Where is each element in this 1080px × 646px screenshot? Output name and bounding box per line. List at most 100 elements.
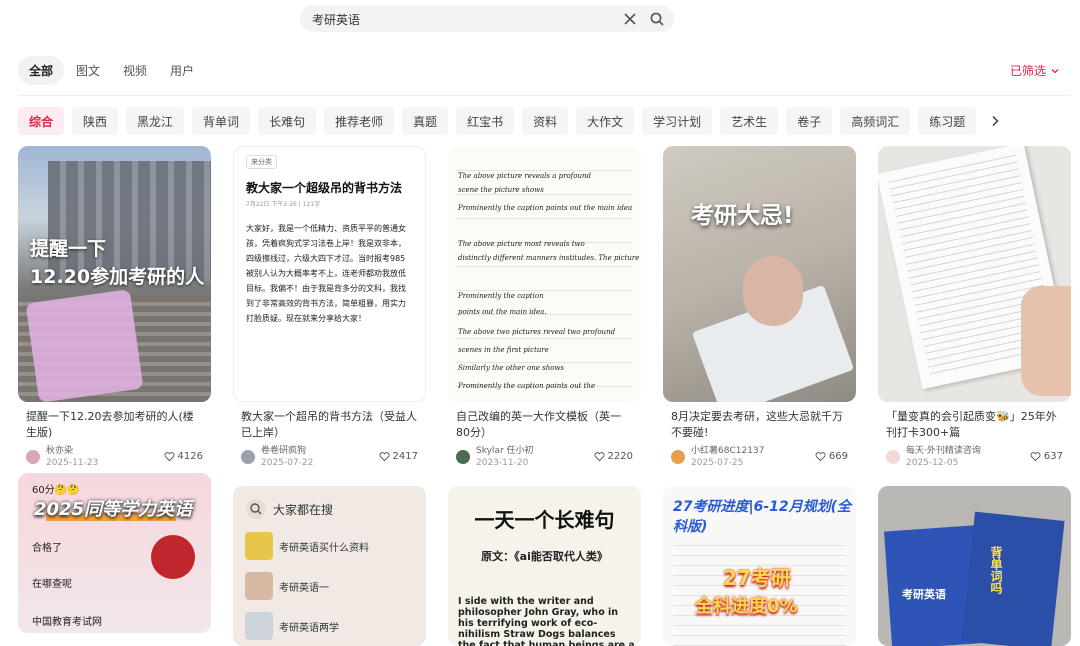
chip[interactable]: 黑龙江 [126,107,185,135]
chip[interactable]: 艺术生 [720,107,779,135]
card-meta: Skylar 任小初 2023-11-20 2220 [448,443,641,471]
tab-users[interactable]: 用户 [159,56,205,85]
note-card[interactable]: 来分类 教大家一个超级吊的背书方法 7月22日 下午2:26 | 121字 大家… [233,146,426,471]
note-card[interactable]: 考研大忌! 8月决定要去考研，这些大忌就千万不要碰! 小红薯68C12137 20… [663,146,856,471]
avatar[interactable] [886,450,900,464]
note-card[interactable]: 一天一个长难句 原文：《ai能否取代人类》 I side with the wr… [448,486,641,646]
card-cover-image[interactable]: The above picture reveals a profound sce… [448,146,641,402]
heart-icon [594,452,605,462]
topic-chips: 综合 陕西 黑龙江 背单词 长难句 推荐老师 真题 红宝书 资料 大作文 学习计… [18,107,1006,135]
chip[interactable]: 背单词 [192,107,251,135]
filter-button[interactable]: 已筛选 [1010,62,1060,79]
cover-text: 合格了 [32,543,62,554]
card-title[interactable]: 教大家一个超吊的背书方法（受益人已上岸） [233,409,426,441]
card-title[interactable]: 自己改编的英一大作文模板（英一80分） [448,409,641,441]
note-card[interactable]: 提醒一下 12.20参加考研的人 提醒一下12.20去参加考研的人(楼生版) 秋… [18,146,211,471]
hand-shape [743,256,803,326]
card-title[interactable]: 8月决定要去考研，这些大忌就千万不要碰! [663,409,856,441]
card-cover-image[interactable]: 27考研进度|6-12月规划(全科版) 27考研 全科进度0% [663,486,856,646]
author-name[interactable]: Skylar 任小初 [476,445,534,457]
avatar[interactable] [241,450,255,464]
post-date: 2025-07-22 [261,458,314,468]
chip[interactable]: 真题 [402,107,449,135]
post-date: 2025-11-23 [46,458,99,468]
chips-next-button[interactable] [984,107,1006,135]
like-button[interactable]: 4126 [164,451,203,462]
card-meta: 秋亦染 2025-11-23 4126 [18,443,211,471]
search-bar[interactable]: 考研英语 [300,5,674,32]
card-cover-image[interactable]: 大家都在搜 考研英语买什么资料 考研英语一 考研英语两学 [233,486,426,646]
cover-text: 12.20参加考研的人 [30,266,205,288]
book-shape [961,511,1065,646]
cover-text: 在哪查呢 [32,579,72,590]
like-button[interactable]: 637 [1030,451,1063,462]
author-name[interactable]: 卷卷研疯狗 [261,445,313,457]
like-count: 2220 [607,451,633,462]
author-name[interactable]: 每天·外刊精读咨询 [906,445,981,457]
heart-icon [164,452,175,462]
chip[interactable]: 卷子 [786,107,833,135]
avatar[interactable] [456,450,470,464]
like-count: 4126 [177,451,203,462]
card-cover-image[interactable] [878,146,1071,402]
chip[interactable]: 资料 [522,107,569,135]
post-date: 2025-12-05 [906,458,959,468]
chip[interactable]: 长难句 [258,107,317,135]
author-name[interactable]: 秋亦染 [46,445,98,457]
like-button[interactable]: 2220 [594,451,633,462]
cover-text: 2025同等学力英语 [34,499,193,520]
handwritten-line: The above picture most reveals two [458,240,585,248]
chip[interactable]: 红宝书 [456,107,515,135]
card-cover-image[interactable]: 考研大忌! [663,146,856,402]
chip-comprehensive[interactable]: 综合 [18,107,65,135]
card-meta: 每天·外刊精读咨询 2025-12-05 637 [878,443,1071,471]
tab-video[interactable]: 视频 [112,56,158,85]
chip[interactable]: 练习题 [918,107,977,135]
author-name[interactable]: 小红薯68C12137 [691,445,764,457]
search-suggestion: 考研英语一 [279,582,329,594]
chip[interactable]: 陕西 [72,107,119,135]
card-cover-image[interactable]: 一天一个长难句 原文：《ai能否取代人类》 I side with the wr… [448,486,641,646]
cover-text: 全科进度0% [695,596,798,617]
avatar[interactable] [26,450,40,464]
note-card[interactable]: The above picture reveals a profound sce… [448,146,641,471]
heart-icon [379,452,390,462]
like-button[interactable]: 669 [815,451,848,462]
chevron-right-icon [992,116,999,126]
card-cover-image[interactable]: 提醒一下 12.20参加考研的人 [18,146,211,402]
note-card[interactable]: 27考研进度|6-12月规划(全科版) 27考研 全科进度0% [663,486,856,646]
like-count: 637 [1043,451,1063,462]
card-cover-image[interactable]: 考研英语 背单词吗 [878,486,1071,646]
card-title[interactable]: 「量变真的会引起质变🐝」25年外刊打卡300+篇 [878,409,1071,441]
card-cover-image[interactable]: 来分类 教大家一个超级吊的背书方法 7月22日 下午2:26 | 121字 大家… [233,146,426,402]
card-title[interactable]: 提醒一下12.20去参加考研的人(楼生版) [18,409,211,441]
file-bag-shape [25,289,144,402]
cover-body: 大家好，我是一个低精力、资质平平的普通女孩，凭着疯狗式学习法卷上岸！我是双非本，… [246,224,406,323]
search-icon[interactable] [649,11,665,27]
like-button[interactable]: 2417 [379,451,418,462]
thumbnail [245,612,273,640]
note-card[interactable]: 考研英语 背单词吗 [878,486,1071,646]
chip[interactable]: 大作文 [576,107,635,135]
chip[interactable]: 学习计划 [642,107,713,135]
search-suggestion: 考研英语两学 [279,622,339,634]
chip[interactable]: 高频词汇 [840,107,911,135]
card-meta: 小红薯68C12137 2025-07-25 669 [663,443,856,471]
tab-image-text[interactable]: 图文 [65,56,111,85]
tab-all[interactable]: 全部 [18,55,65,85]
avatar[interactable] [671,450,685,464]
thumbnail [245,572,273,600]
like-count: 2417 [392,451,418,462]
search-input[interactable]: 考研英语 [312,11,360,28]
card-cover-image[interactable]: 60分🤔🤔 2025同等学力英语 合格了 在哪查呢 中国教育考试网 [18,473,211,633]
handwritten-line: Prominently the caption [458,292,544,300]
search-icon [246,499,266,519]
clear-icon[interactable] [622,11,638,27]
note-card[interactable]: 大家都在搜 考研英语买什么资料 考研英语一 考研英语两学 [233,486,426,646]
note-card[interactable]: 60分🤔🤔 2025同等学力英语 合格了 在哪查呢 中国教育考试网 [18,473,211,633]
cover-tag: 来分类 [246,155,277,169]
chip[interactable]: 推荐老师 [324,107,395,135]
card-meta: 卷卷研疯狗 2025-07-22 2417 [233,443,426,471]
heart-icon [1030,452,1041,462]
note-card[interactable]: 「量变真的会引起质变🐝」25年外刊打卡300+篇 每天·外刊精读咨询 2025-1… [878,146,1071,471]
